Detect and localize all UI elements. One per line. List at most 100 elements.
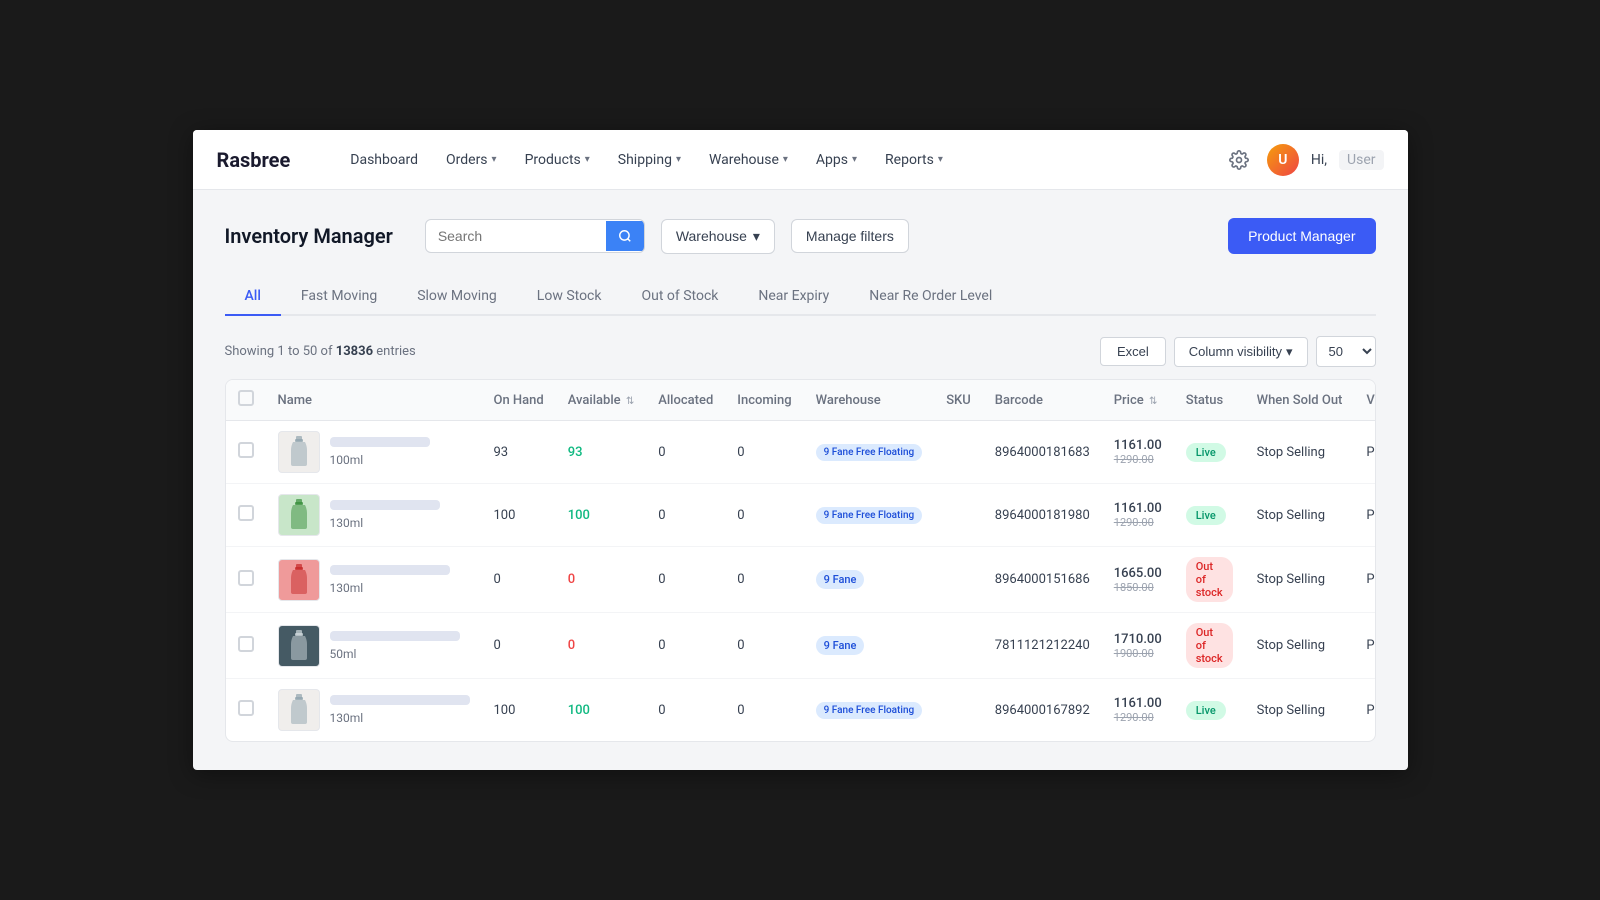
available-sort-icon[interactable]: ⇅ [626, 396, 634, 407]
barcode-value: 8964000167892 [983, 679, 1102, 742]
search-input[interactable] [426, 220, 606, 252]
sku-value [934, 484, 983, 547]
col-incoming: Incoming [725, 380, 803, 421]
col-sku: SKU [934, 380, 983, 421]
column-visibility-button[interactable]: Column visibility ▾ [1174, 337, 1308, 367]
incoming-value: 0 [725, 547, 803, 613]
status-value: Live [1174, 421, 1245, 484]
warehouse-badge: 9 Fane Free Floating [816, 702, 923, 719]
table-row: 130ml 100 100 0 0 9 Fane Free Floating 8… [226, 484, 1376, 547]
nav-apps[interactable]: Apps ▾ [804, 144, 869, 176]
when-sold-out-value: Stop Selling [1245, 679, 1355, 742]
available-value: 100 [556, 484, 647, 547]
warehouse-value: 9 Fane [804, 547, 935, 613]
product-cell: 130ml [278, 559, 470, 601]
warehouse-filter-button[interactable]: Warehouse ▾ [661, 219, 775, 254]
orders-chevron-icon: ▾ [492, 154, 497, 165]
available-value: 100 [556, 679, 647, 742]
allocated-value: 0 [646, 547, 725, 613]
nav-items: Dashboard Orders ▾ Products ▾ Shipping ▾… [338, 144, 1191, 176]
tab-fast-moving[interactable]: Fast Moving [281, 278, 397, 316]
col-price: Price ⇅ [1102, 380, 1174, 421]
tab-low-stock[interactable]: Low Stock [517, 278, 622, 316]
product-name-blurred [330, 631, 460, 641]
price-value: 1665.00 1850.00 [1102, 547, 1174, 613]
allocated-value: 0 [646, 421, 725, 484]
incoming-value: 0 [725, 484, 803, 547]
nav-products-label: Products [525, 152, 581, 168]
product-cell: 130ml [278, 689, 470, 731]
status-value: Out of stock [1174, 613, 1245, 679]
when-sold-out-value: Stop Selling [1245, 547, 1355, 613]
tab-near-expiry[interactable]: Near Expiry [738, 278, 849, 316]
price-value: 1161.00 1290.00 [1102, 484, 1174, 547]
col-allocated: Allocated [646, 380, 725, 421]
shipping-chevron-icon: ▾ [676, 154, 681, 165]
row-checkbox[interactable] [238, 570, 254, 586]
navbar: Rasbree Dashboard Orders ▾ Products ▾ Sh… [193, 130, 1408, 190]
warehouse-badge: 9 Fane [816, 636, 865, 655]
warehouse-value: 9 Fane [804, 613, 935, 679]
row-checkbox[interactable] [238, 505, 254, 521]
nav-apps-label: Apps [816, 152, 848, 168]
barcode-value: 7811121212240 [983, 613, 1102, 679]
tab-near-reorder[interactable]: Near Re Order Level [849, 278, 1012, 316]
nav-dashboard[interactable]: Dashboard [338, 144, 430, 176]
warehouse-chevron-icon: ▾ [783, 154, 788, 165]
excel-button[interactable]: Excel [1100, 337, 1166, 366]
settings-icon[interactable] [1223, 144, 1255, 176]
on-hand-value: 0 [482, 547, 556, 613]
page-title: Inventory Manager [225, 224, 393, 248]
price-value: 1710.00 1900.00 [1102, 613, 1174, 679]
username: User [1339, 150, 1383, 170]
available-value: 0 [556, 547, 647, 613]
page-size-select[interactable]: 50 100 200 [1316, 336, 1376, 367]
nav-warehouse[interactable]: Warehouse ▾ [697, 144, 800, 176]
warehouse-badge: 9 Fane Free Floating [816, 444, 923, 461]
row-checkbox[interactable] [238, 700, 254, 716]
product-image [278, 431, 320, 473]
sku-value [934, 613, 983, 679]
tab-out-of-stock[interactable]: Out of Stock [621, 278, 738, 316]
price-value: 1161.00 1290.00 [1102, 679, 1174, 742]
col-status: Status [1174, 380, 1245, 421]
incoming-value: 0 [725, 613, 803, 679]
allocated-value: 0 [646, 613, 725, 679]
nav-orders[interactable]: Orders ▾ [434, 144, 509, 176]
avatar[interactable]: U [1267, 144, 1299, 176]
nav-reports[interactable]: Reports ▾ [873, 144, 955, 176]
tab-slow-moving[interactable]: Slow Moving [397, 278, 517, 316]
nav-shipping[interactable]: Shipping ▾ [606, 144, 693, 176]
table-row: 130ml 0 0 0 0 9 Fane 8964000151686 1665.… [226, 547, 1376, 613]
nav-orders-label: Orders [446, 152, 488, 168]
status-badge: Live [1186, 443, 1226, 462]
price-sort-icon[interactable]: ⇅ [1149, 396, 1157, 407]
when-sold-out-value: Stop Selling [1245, 421, 1355, 484]
column-visibility-chevron-icon: ▾ [1286, 344, 1293, 360]
incoming-value: 0 [725, 679, 803, 742]
warehouse-value: 9 Fane Free Floating [804, 484, 935, 547]
status-value: Out of stock [1174, 547, 1245, 613]
tab-all[interactable]: All [225, 278, 281, 316]
row-checkbox[interactable] [238, 636, 254, 652]
product-name-row: 100ml [330, 437, 430, 467]
allocated-value: 0 [646, 484, 725, 547]
product-manager-button[interactable]: Product Manager [1228, 218, 1375, 254]
vendor-value: Plushn [1354, 421, 1375, 484]
search-button[interactable] [606, 221, 644, 251]
nav-products[interactable]: Products ▾ [513, 144, 602, 176]
product-cell: 100ml [278, 431, 470, 473]
when-sold-out-value: Stop Selling [1245, 484, 1355, 547]
product-variant: 50ml [330, 647, 460, 661]
sku-value [934, 679, 983, 742]
manage-filters-button[interactable]: Manage filters [791, 219, 909, 253]
brand-logo: Rasbree [217, 148, 291, 172]
select-all-checkbox[interactable] [238, 390, 254, 406]
row-checkbox[interactable] [238, 442, 254, 458]
product-name-blurred [330, 437, 430, 447]
barcode-value: 8964000181683 [983, 421, 1102, 484]
product-variant: 100ml [330, 453, 430, 467]
tabs: All Fast Moving Slow Moving Low Stock Ou… [225, 278, 1376, 316]
on-hand-value: 100 [482, 679, 556, 742]
search-icon [618, 229, 632, 243]
